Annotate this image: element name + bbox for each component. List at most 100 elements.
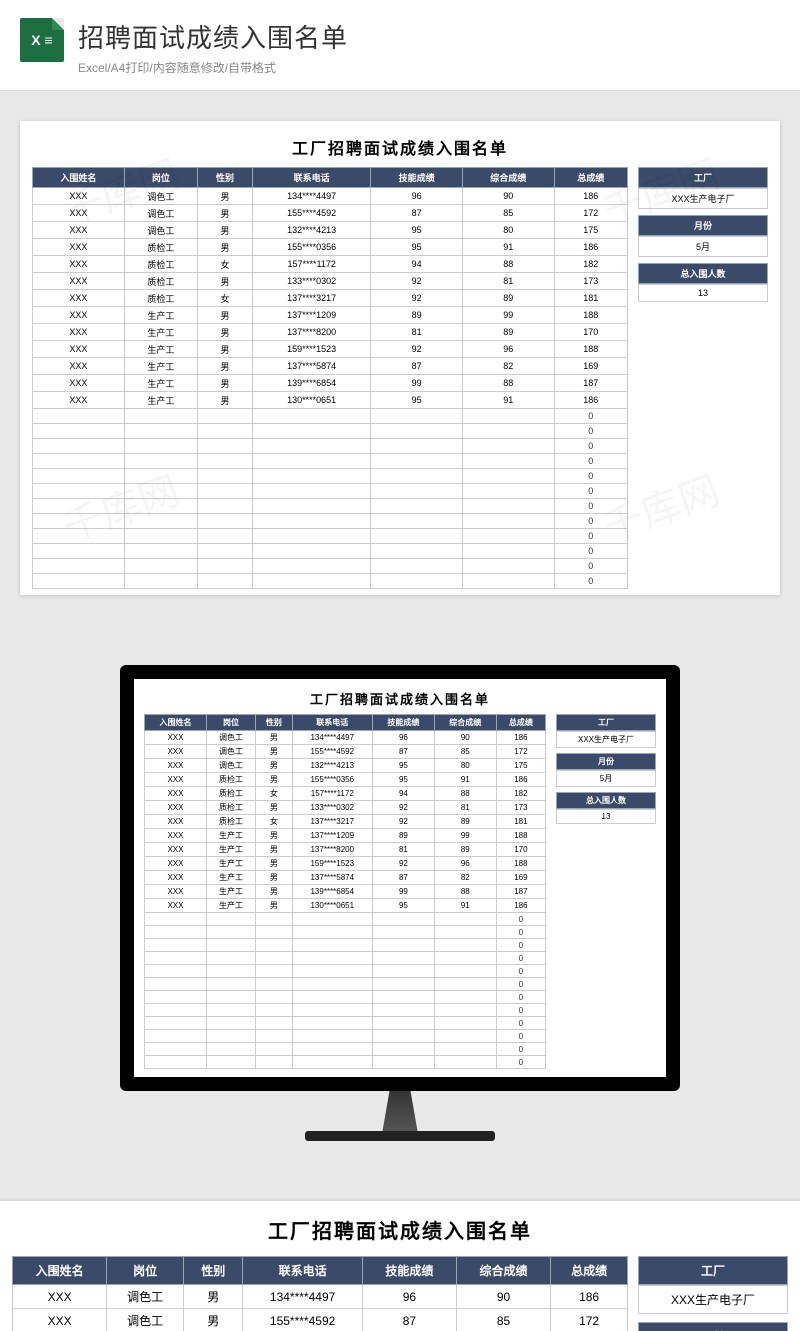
cell-empty	[372, 991, 434, 1004]
table-row: XXX调色工男132****42139580175	[145, 759, 546, 773]
cell-total: 186	[554, 392, 627, 409]
cell-total: 172	[554, 205, 627, 222]
cell-empty	[434, 1030, 496, 1043]
cell-empty	[253, 499, 371, 514]
cell-name: XXX	[145, 885, 207, 899]
table-body: XXX调色工男134****44979690186XXX调色工男155****4…	[13, 1285, 628, 1331]
cell-phone: 130****0651	[292, 899, 372, 913]
cell-empty	[434, 1056, 496, 1069]
cell-name: XXX	[33, 239, 125, 256]
cell-empty: 0	[496, 1017, 545, 1030]
cell-empty	[198, 469, 253, 484]
cell-empty: 0	[496, 939, 545, 952]
table-body: XXX调色工男134****44979690186XXX调色工男155****4…	[145, 731, 546, 1069]
column-header: 岗位	[107, 1257, 184, 1285]
cell-post: 生产工	[124, 324, 197, 341]
cell-skill: 92	[372, 857, 434, 871]
cell-empty	[124, 439, 197, 454]
cell-sex: 男	[256, 759, 293, 773]
table-body: XXX调色工男134****44979690186XXX调色工男155****4…	[33, 188, 628, 589]
cell-empty: 0	[496, 978, 545, 991]
cell-skill: 94	[371, 256, 463, 273]
cell-skill: 94	[372, 787, 434, 801]
side-boxes: 工厂 XXX生产电子厂 月份 5月 总入围人数 13	[556, 714, 656, 824]
column-header: 综合成绩	[456, 1257, 550, 1285]
cell-empty: 0	[554, 439, 627, 454]
cell-skill: 95	[371, 222, 463, 239]
cell-comp: 96	[462, 341, 554, 358]
cell-empty	[253, 559, 371, 574]
table-row: XXX生产工男137****58748782169	[145, 871, 546, 885]
table-row-empty: 0	[33, 424, 628, 439]
cell-empty	[371, 529, 463, 544]
table-row: XXX生产工男139****68549988187	[33, 375, 628, 392]
cell-empty: 0	[554, 529, 627, 544]
monitor-content: 工厂招聘面试成绩入围名单 入围姓名岗位性别联系电话技能成绩综合成绩总成绩 XXX…	[134, 679, 666, 1077]
table-row: XXX质检工女157****11729488182	[145, 787, 546, 801]
table-row-empty: 0	[145, 1017, 546, 1030]
cell-skill: 92	[371, 341, 463, 358]
cell-comp: 90	[434, 731, 496, 745]
cell-total: 188	[496, 857, 545, 871]
count-value: 13	[556, 809, 656, 824]
cell-empty	[198, 559, 253, 574]
cell-empty	[33, 544, 125, 559]
cell-empty	[206, 1004, 255, 1017]
table-row: XXX调色工男132****42139580175	[33, 222, 628, 239]
cell-empty	[253, 574, 371, 589]
cell-phone: 159****1523	[292, 857, 372, 871]
flat-preview-area: 千库网 千库网 千库网 千库网 工厂招聘面试成绩入围名单 入围姓名岗位性别联系电…	[0, 91, 800, 625]
cell-empty	[462, 424, 554, 439]
cell-skill: 92	[372, 815, 434, 829]
cell-empty	[434, 991, 496, 1004]
excel-icon: X ≡	[20, 18, 64, 62]
cell-empty	[372, 926, 434, 939]
cell-sex: 男	[183, 1285, 242, 1309]
cell-sex: 男	[256, 745, 293, 759]
cell-empty	[145, 965, 207, 978]
cell-name: XXX	[145, 899, 207, 913]
table-row-empty: 0	[33, 574, 628, 589]
cell-empty	[33, 574, 125, 589]
table-row: XXX生产工男137****82008189170	[33, 324, 628, 341]
cell-name: XXX	[33, 290, 125, 307]
cell-comp: 91	[434, 773, 496, 787]
cell-post: 调色工	[124, 222, 197, 239]
cell-phone: 155****4592	[292, 745, 372, 759]
cell-skill: 87	[362, 1309, 456, 1331]
cell-empty	[145, 926, 207, 939]
cell-sex: 女	[198, 290, 253, 307]
cell-post: 生产工	[124, 375, 197, 392]
cell-empty	[371, 409, 463, 424]
cell-empty	[292, 978, 372, 991]
cell-total: 188	[554, 341, 627, 358]
cell-phone: 134****4497	[243, 1285, 362, 1309]
cell-name: XXX	[33, 273, 125, 290]
count-label: 总入围人数	[556, 792, 656, 809]
cell-phone: 137****1209	[253, 307, 371, 324]
cell-empty	[256, 1004, 293, 1017]
column-header: 技能成绩	[362, 1257, 456, 1285]
factory-value: XXX生产电子厂	[556, 731, 656, 748]
column-header: 总成绩	[496, 715, 545, 731]
cell-empty	[198, 499, 253, 514]
cell-sex: 男	[256, 829, 293, 843]
factory-label: 工厂	[638, 167, 768, 188]
column-header: 技能成绩	[372, 715, 434, 731]
cell-empty: 0	[496, 1043, 545, 1056]
cell-empty	[198, 544, 253, 559]
cell-empty: 0	[554, 484, 627, 499]
cell-comp: 81	[434, 801, 496, 815]
table-row: XXX生产工男130****06519591186	[145, 899, 546, 913]
cell-sex: 男	[256, 773, 293, 787]
cell-empty	[462, 499, 554, 514]
cell-empty	[33, 409, 125, 424]
cell-sex: 男	[256, 885, 293, 899]
cell-post: 生产工	[124, 392, 197, 409]
cell-empty	[256, 1043, 293, 1056]
cell-total: 169	[496, 871, 545, 885]
cell-empty	[256, 1056, 293, 1069]
cell-total: 186	[551, 1285, 628, 1309]
cell-phone: 137****5874	[292, 871, 372, 885]
cell-empty	[206, 913, 255, 926]
